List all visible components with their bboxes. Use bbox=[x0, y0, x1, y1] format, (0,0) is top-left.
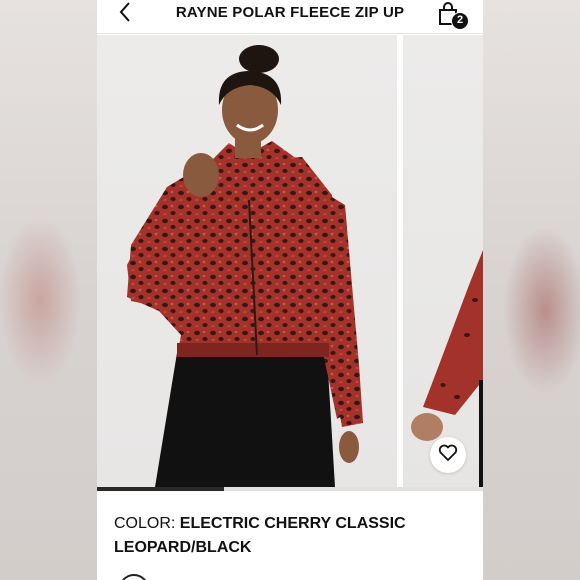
product-photo-next[interactable] bbox=[403, 35, 483, 487]
back-button[interactable] bbox=[113, 1, 137, 28]
product-image-carousel[interactable] bbox=[97, 35, 483, 487]
model-front-illustration bbox=[127, 45, 363, 487]
color-selection-text: COLOR: ELECTRIC CHERRY CLASSIC LEOPARD/B… bbox=[114, 512, 469, 560]
cart-count-badge: 2 bbox=[451, 12, 469, 30]
page-title: RAYNE POLAR FLEECE ZIP UP bbox=[175, 4, 405, 21]
heart-outline-icon bbox=[438, 444, 458, 467]
carousel-progress-fill bbox=[97, 487, 225, 491]
color-swatch[interactable] bbox=[119, 574, 149, 580]
color-label: COLOR: bbox=[114, 515, 180, 532]
shopping-bag-button[interactable]: 2 bbox=[437, 0, 469, 30]
chevron-left-icon bbox=[118, 1, 132, 28]
model-side-illustration bbox=[411, 250, 483, 487]
top-bar: RAYNE POLAR FLEECE ZIP UP 2 bbox=[97, 0, 483, 34]
product-photo-main[interactable] bbox=[97, 35, 397, 487]
wishlist-button[interactable] bbox=[430, 437, 466, 473]
app-screen: RAYNE POLAR FLEECE ZIP UP 2 COLOR: ELECT… bbox=[97, 0, 483, 580]
carousel-progress-bar bbox=[97, 487, 483, 491]
